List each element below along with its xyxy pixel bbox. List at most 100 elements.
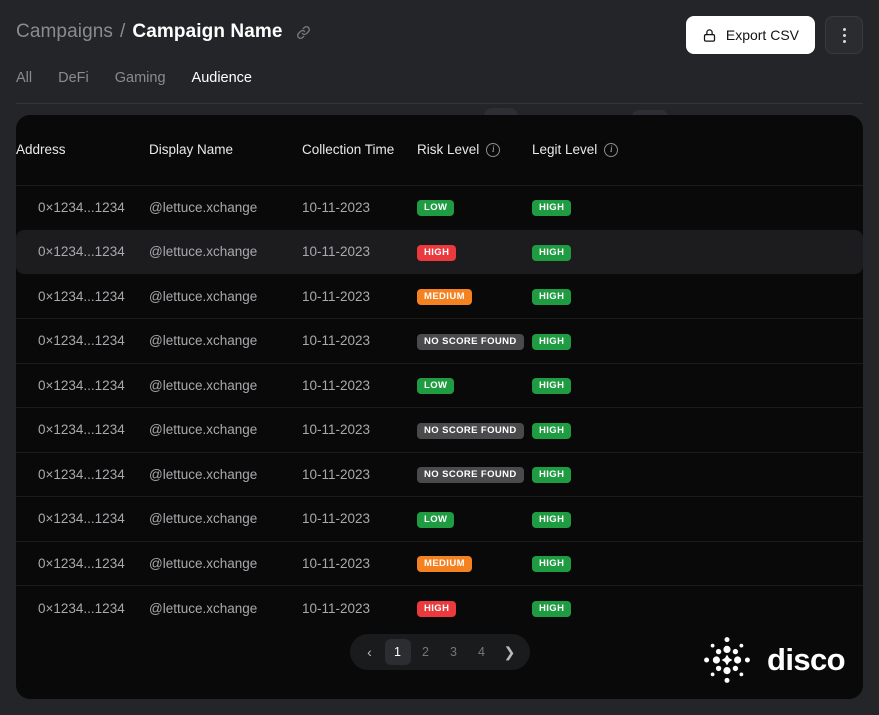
risk-level-badge: NO SCORE FOUND <box>417 422 524 439</box>
cell-legit-level: HIGH <box>532 497 672 542</box>
risk-level-badge: LOW <box>417 511 455 528</box>
audience-table: Address Display Name Collection Time Ris… <box>16 115 863 630</box>
column-header-address[interactable]: Address <box>16 115 149 185</box>
column-header-collection-time[interactable]: Collection Time <box>302 115 417 185</box>
cell-legit-level: HIGH <box>532 363 672 408</box>
pagination: ‹ 1 2 3 4 ❯ <box>349 634 530 670</box>
risk-level-badge: MEDIUM <box>417 556 472 573</box>
table-row[interactable]: 0×1234...1234 @lettuce.xchange 10-11-2023 M… <box>16 274 863 319</box>
cell-spacer <box>672 185 863 230</box>
cell-display-name: @lettuce.xchange <box>149 511 258 527</box>
cell-collection-time: 10-11-2023 <box>302 199 371 215</box>
cell-display-name: @lettuce.xchange <box>149 199 258 215</box>
legit-level-badge: HIGH <box>532 289 572 306</box>
tab-audience[interactable]: Audience <box>192 68 252 88</box>
pagination-page-2[interactable]: 2 <box>413 639 439 665</box>
risk-level-badge: MEDIUM <box>417 289 472 306</box>
table-row[interactable]: 0×1234...1234 @lettuce.xchange 10-11-2023 N… <box>16 318 863 364</box>
legit-level-badge: HIGH <box>532 422 572 439</box>
cell-collection-time: 10-11-2023 <box>302 288 371 304</box>
cell-collection-time: 10-11-2023 <box>302 466 371 482</box>
cell-legit-level: HIGH <box>532 185 672 230</box>
cell-risk-level: NO SCORE FOUND <box>417 452 532 497</box>
cell-address: 0×1234...1234 <box>38 555 125 571</box>
tab-gaming[interactable]: Gaming <box>115 68 166 88</box>
export-csv-label: Export CSV <box>725 27 799 43</box>
legit-level-badge: HIGH <box>532 511 572 528</box>
table-row[interactable]: 0×1234...1234 @lettuce.xchange 10-11-2023 L… <box>16 185 863 230</box>
breadcrumb-separator: / <box>120 21 126 42</box>
risk-level-badge: HIGH <box>417 601 457 617</box>
column-header-spacer <box>672 115 863 185</box>
cell-risk-level: MEDIUM <box>417 541 532 586</box>
app-root: Campaigns / Campaign Name Export CSV All… <box>0 0 879 715</box>
cell-address: 0×1234...1234 <box>38 199 125 215</box>
cell-address: 0×1234...1234 <box>38 511 125 527</box>
cell-display-name: @lettuce.xchange <box>149 333 258 349</box>
cell-legit-level: HIGH <box>532 408 672 453</box>
table-head: Address Display Name Collection Time Ris… <box>16 115 863 185</box>
table-body: 0×1234...1234 @lettuce.xchange 10-11-2023 L… <box>16 185 863 630</box>
pagination-page-1[interactable]: 1 <box>384 639 411 665</box>
top-bar-actions: Export CSV <box>685 16 863 54</box>
column-header-display-name-label: Display Name <box>149 142 234 158</box>
cell-address: 0×1234...1234 <box>38 377 125 393</box>
cell-display-name: @lettuce.xchange <box>149 555 258 571</box>
cell-legit-level: HIGH <box>532 274 672 319</box>
cell-address: 0×1234...1234 <box>38 333 125 349</box>
export-csv-button[interactable]: Export CSV <box>685 16 815 54</box>
cell-collection-time: 10-11-2023 <box>302 555 371 571</box>
disco-dot-mandala-icon <box>701 634 753 686</box>
cell-legit-level: HIGH <box>532 452 672 497</box>
table-row[interactable]: 0×1234...1234 @lettuce.xchange 10-11-2023 N… <box>16 452 863 497</box>
cell-display-name: @lettuce.xchange <box>149 288 258 304</box>
cell-address: 0×1234...1234 <box>38 422 125 438</box>
cell-risk-level: LOW <box>417 363 532 408</box>
cell-address: 0×1234...1234 <box>16 229 149 274</box>
legit-level-badge: HIGH <box>532 467 572 484</box>
cell-spacer <box>672 319 863 364</box>
chain-link-icon[interactable] <box>295 24 312 41</box>
column-header-risk-level[interactable]: Risk Level i <box>417 115 532 185</box>
column-header-display-name[interactable]: Display Name <box>149 115 302 185</box>
table-row[interactable]: 0×1234...1234 @lettuce.xchange 10-11-2023 M… <box>16 541 863 586</box>
cell-spacer <box>672 363 863 408</box>
tab-bar: All DeFi Gaming Audience <box>16 68 252 88</box>
legit-level-info-icon[interactable]: i <box>604 142 619 157</box>
cell-display-name: @lettuce.xchange <box>149 466 258 482</box>
tab-all[interactable]: All <box>16 68 32 88</box>
cell-legit-level: HIGH <box>532 319 672 364</box>
risk-level-info-icon[interactable]: i <box>486 142 501 157</box>
legit-level-badge: HIGH <box>532 601 572 617</box>
table-row[interactable]: 0×1234...1234 @lettuce.xchange 10-11-2023 H… <box>16 229 863 274</box>
risk-level-badge: HIGH <box>417 244 457 261</box>
column-header-collection-time-label: Collection Time <box>302 142 395 158</box>
cell-collection-time: 10-11-2023 <box>302 511 371 527</box>
pagination-page-3[interactable]: 3 <box>441 639 467 665</box>
risk-level-badge: NO SCORE FOUND <box>417 467 524 484</box>
column-header-address-label: Address <box>16 142 66 158</box>
chevron-right-icon[interactable]: ❯ <box>497 639 523 665</box>
chevron-left-icon[interactable]: ‹ <box>357 639 383 665</box>
cell-risk-level: NO SCORE FOUND <box>417 408 532 453</box>
breadcrumb-root[interactable]: Campaigns <box>16 21 113 43</box>
pagination-page-4[interactable]: 4 <box>469 639 495 665</box>
cell-collection-time: 10-11-2023 <box>302 229 417 274</box>
table-row[interactable]: 0×1234...1234 @lettuce.xchange 10-11-2023 L… <box>16 363 863 408</box>
table-footer: ‹ 1 2 3 4 ❯ disco <box>16 616 863 699</box>
cell-risk-level: HIGH <box>417 229 532 274</box>
tab-defi[interactable]: DeFi <box>58 68 89 88</box>
table-row[interactable]: 0×1234...1234 @lettuce.xchange 10-11-2023 L… <box>16 496 863 542</box>
tab-bar-divider <box>16 103 863 104</box>
cell-risk-level: MEDIUM <box>417 274 532 319</box>
disco-branding: disco <box>701 634 846 686</box>
kebab-menu-icon <box>842 27 846 43</box>
column-header-legit-level[interactable]: Legit Level i <box>532 115 672 185</box>
table-row[interactable]: 0×1234...1234 @lettuce.xchange 10-11-2023 N… <box>16 407 863 453</box>
risk-level-badge: LOW <box>417 200 455 217</box>
more-options-button[interactable] <box>825 16 863 54</box>
table-header-row: Address Display Name Collection Time Ris… <box>16 115 863 185</box>
cell-spacer <box>672 274 863 319</box>
column-header-risk-level-label: Risk Level <box>417 142 480 158</box>
cell-spacer <box>672 497 863 542</box>
